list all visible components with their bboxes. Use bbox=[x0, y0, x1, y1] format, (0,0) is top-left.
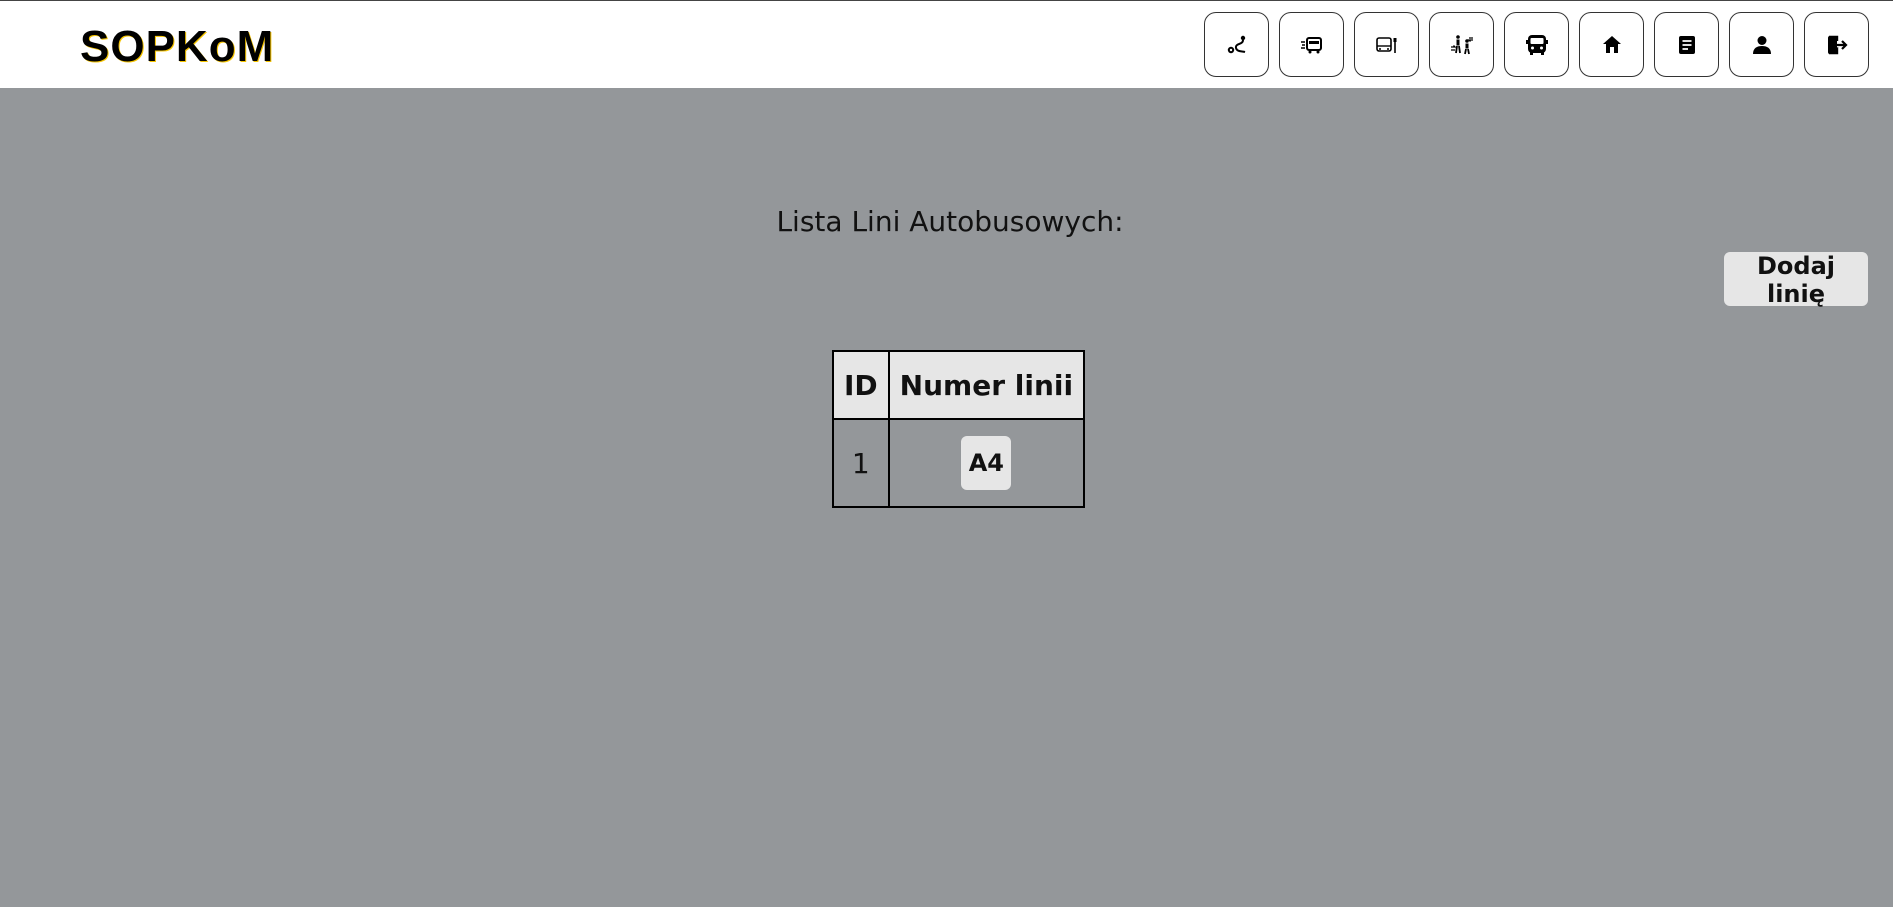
nav-transfer-button[interactable] bbox=[1429, 12, 1494, 77]
app-logo[interactable]: SOPKoM bbox=[80, 21, 274, 73]
transfer-icon bbox=[1450, 34, 1473, 54]
route-icon bbox=[1227, 35, 1245, 53]
nav-buttons bbox=[1204, 12, 1869, 77]
column-header-id: ID bbox=[832, 350, 890, 420]
nav-home-button[interactable] bbox=[1579, 12, 1644, 77]
page-title: Lista Lini Autobusowych: bbox=[776, 205, 1124, 238]
table-header-row: ID Numer linii bbox=[832, 350, 1086, 420]
bus-schedule-icon bbox=[1300, 36, 1322, 53]
table-row: 1 A4 bbox=[832, 418, 1086, 508]
line-button[interactable]: A4 bbox=[961, 436, 1012, 490]
logout-icon bbox=[1827, 35, 1848, 54]
top-navbar: SOPKoM bbox=[0, 0, 1893, 88]
cell-id: 1 bbox=[832, 418, 890, 508]
nav-profile-button[interactable] bbox=[1729, 12, 1794, 77]
add-line-button[interactable]: Dodaj linię bbox=[1724, 252, 1868, 308]
bus-icon bbox=[1525, 34, 1548, 55]
bus-stop-icon bbox=[1375, 36, 1396, 53]
nav-document-button[interactable] bbox=[1654, 12, 1719, 77]
nav-bus-schedule-button[interactable] bbox=[1279, 12, 1344, 77]
nav-route-button[interactable] bbox=[1204, 12, 1269, 77]
document-icon bbox=[1678, 35, 1695, 54]
cell-line-number: A4 bbox=[887, 418, 1086, 508]
bus-lines-table: ID Numer linii 1 A4 bbox=[832, 350, 1086, 508]
user-icon bbox=[1752, 35, 1771, 54]
nav-bus-button[interactable] bbox=[1504, 12, 1569, 77]
column-header-line-number: Numer linii bbox=[887, 350, 1086, 420]
nav-bus-stop-button[interactable] bbox=[1354, 12, 1419, 77]
nav-logout-button[interactable] bbox=[1804, 12, 1869, 77]
home-icon bbox=[1602, 35, 1621, 53]
